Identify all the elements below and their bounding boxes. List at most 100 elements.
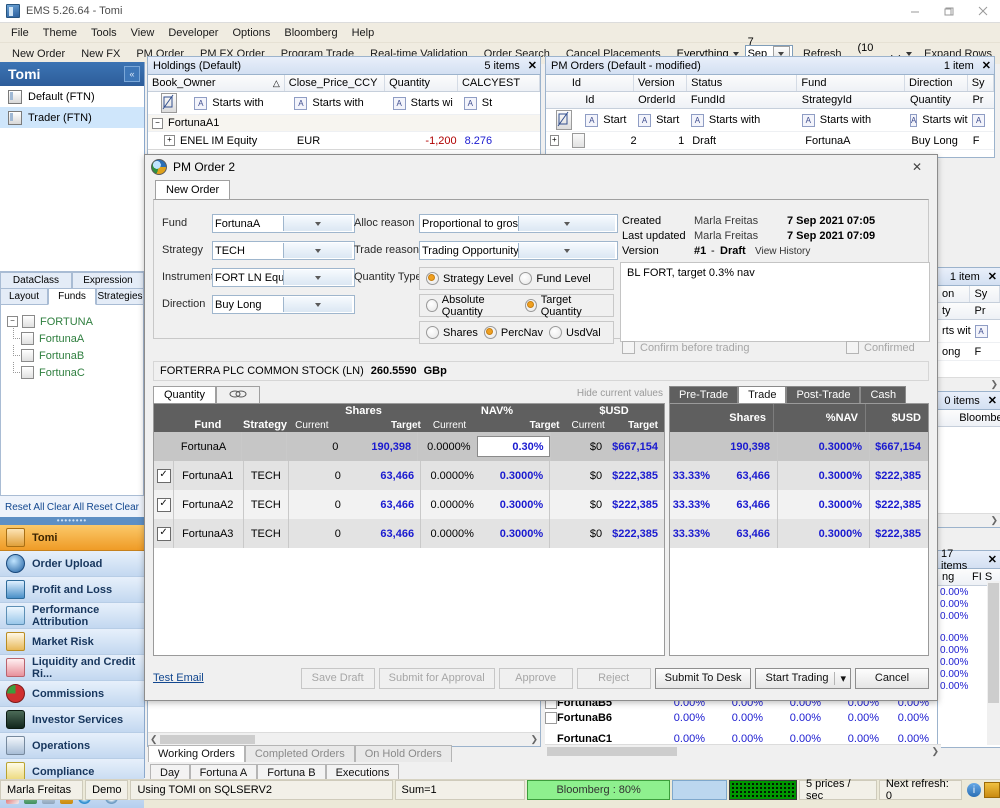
column-header-shares[interactable]: Shares [670,404,774,432]
scroll-right-icon[interactable]: ❯ [931,746,939,757]
filter-type-icon[interactable]: A [909,113,918,127]
checkbox-icon[interactable] [545,712,557,724]
column-header-fund[interactable]: Fund [175,419,241,431]
row-select-box[interactable] [571,133,585,148]
column-header-strategyid[interactable]: StrategyId [798,92,906,108]
nav-target-input[interactable]: 0.30% [476,436,550,457]
tab-cash[interactable]: Cash [860,386,907,403]
clear-link[interactable]: Clear [115,502,139,513]
tab-strategies[interactable]: Strategies [96,288,144,305]
tab-dataclass[interactable]: DataClass [0,272,72,288]
scrollbar-thumb[interactable] [159,735,255,744]
result-row-2[interactable]: 33.33% 63,466 0.3000% $222,385 [670,490,928,519]
radio-target-quantity[interactable]: Target Quantity [524,294,607,318]
result-row-1[interactable]: 33.33% 63,466 0.3000% $222,385 [670,461,928,490]
sidebar-item-commissions[interactable]: Commissions [0,681,144,707]
column-header-sym[interactable]: Sy [968,75,994,91]
sidebar-item-investor-services[interactable]: Investor Services [0,707,144,733]
tree-node-fortunaa[interactable]: FortunaA [7,328,143,347]
tab-new-order[interactable]: New Order [155,180,231,199]
quantity-row-fortunaa2[interactable]: ✓ FortunaA2 TECH 0 63,466 0.0000% 0.3000… [154,490,664,519]
bottom-right-hscrollbar[interactable]: ❯ [545,744,941,758]
strategy-select[interactable]: TECH [212,241,355,260]
column-header-usd-current[interactable]: Current [565,420,628,431]
chevron-down-icon[interactable] [283,297,352,312]
table-row[interactable]: + 2 1 Draft FortunaA Buy Long F [546,132,994,150]
scrollbar-thumb[interactable] [547,747,677,756]
filter-text[interactable]: Starts with [820,114,871,126]
filter-type-icon[interactable]: A [690,113,704,127]
row-checkbox[interactable]: ✓ [156,526,171,541]
menu-bloomberg[interactable]: Bloomberg [277,25,344,41]
filter-text[interactable]: Starts with [312,97,363,109]
tab-expression[interactable]: Expression [72,272,144,288]
column-header-quantity[interactable]: Quantity [385,75,458,91]
chevron-down-icon[interactable] [518,243,615,258]
tab-quantity[interactable]: Quantity [153,386,216,403]
column-header[interactable]: Pr [971,303,1000,319]
collapse-icon[interactable]: « [124,66,140,82]
filter-text[interactable]: Starts wi [411,97,453,109]
start-trading-button[interactable]: Start Trading ▾ [755,667,851,689]
horizontal-scrollbar[interactable]: ❯ [938,513,1000,527]
close-icon[interactable]: ✕ [988,394,997,407]
radio-absolute-quantity[interactable]: Absolute Quantity [426,294,519,318]
tab-funds[interactable]: Funds [48,288,96,305]
sidebar-item-liquidity-and-credit-risk[interactable]: Liquidity and Credit Ri... [0,655,144,681]
filter-text[interactable]: St [482,97,492,109]
hide-current-values-link[interactable]: Hide current values [577,388,663,399]
column-header-orderid[interactable]: OrderId [634,92,687,108]
expand-toggle-icon[interactable]: + [550,135,559,146]
column-header-usd[interactable]: $USD [866,404,928,432]
column-header-nav-target[interactable]: Target [490,420,565,431]
column-header-version[interactable]: Version [634,75,688,91]
tree-node-fortunac[interactable]: FortunaC [7,362,143,381]
scroll-left-icon[interactable]: ❮ [150,734,158,745]
scroll-right-icon[interactable]: ❯ [530,734,538,745]
quantity-row-fortunaa1[interactable]: ✓ FortunaA1 TECH 0 63,466 0.0000% 0.3000… [154,461,664,490]
filter-type-icon[interactable]: A [974,324,988,338]
sidebar-item-profit-and-loss[interactable]: Profit and Loss [0,577,144,603]
reject-button[interactable]: Reject [576,667,651,689]
column-header-usd-target[interactable]: Target [628,420,664,431]
row-checkbox[interactable]: ✓ [156,468,171,483]
table-row[interactable]: + ENEL IM Equity EUR -1,200 8.276 [148,132,540,150]
filter-type-icon[interactable]: A [194,96,208,110]
column-header-id2[interactable]: Id [581,92,634,108]
column-header-quantity[interactable]: Quantity [906,92,969,108]
filter-type-icon[interactable]: A [585,113,599,127]
horizontal-scrollbar[interactable]: ❯ [938,377,1000,391]
close-icon[interactable] [966,0,1000,22]
vertical-scrollbar[interactable] [987,581,1000,745]
fund-select[interactable]: FortunaA [212,214,355,233]
cancel-button[interactable]: Cancel [855,667,929,689]
tab-pre-trade[interactable]: Pre-Trade [669,386,739,403]
column-header-fundid[interactable]: FundId [687,92,798,108]
holdings-group-row[interactable]: − FortunaA1 [148,115,540,132]
scrollbar-thumb[interactable] [988,583,999,703]
checkbox-icon[interactable] [21,332,34,345]
filter-type-icon[interactable]: A [972,113,986,127]
filter-builder-icon[interactable] [161,93,178,113]
bottom-left-hscrollbar[interactable]: ❮ ❯ [148,732,540,746]
column-header-status[interactable]: Status [687,75,798,91]
view-history-link[interactable]: View History [755,246,810,257]
filter-text[interactable]: Starts with [922,114,968,126]
sidebar-item-trader-ftn[interactable]: Trader (FTN) [0,107,144,128]
column-header-nav[interactable]: %NAV [774,404,866,432]
quantity-row-fortunaa[interactable]: FortunaA 0 190,398 0.0000% 0.30% $0 $667… [154,432,664,461]
tab-link-icon[interactable] [215,386,260,403]
tab-trade[interactable]: Trade [738,386,787,403]
column-header-fund[interactable]: Fund [797,75,906,91]
column-header-id[interactable]: Id [568,75,634,91]
submit-for-approval-button[interactable]: Submit for Approval [378,667,495,689]
instrument-select[interactable]: FORT LN Equity [212,268,355,287]
checkbox-icon[interactable] [21,366,34,379]
column-header-shares-target[interactable]: Target [352,420,427,431]
menu-options[interactable]: Options [225,25,277,41]
result-row-3[interactable]: 33.33% 63,466 0.3000% $222,385 [670,519,928,548]
menu-theme[interactable]: Theme [36,25,84,41]
tab-completed-orders[interactable]: Completed Orders [244,745,355,762]
tree-node-fortunab[interactable]: FortunaB [7,345,143,364]
filter-type-icon[interactable]: A [638,113,652,127]
